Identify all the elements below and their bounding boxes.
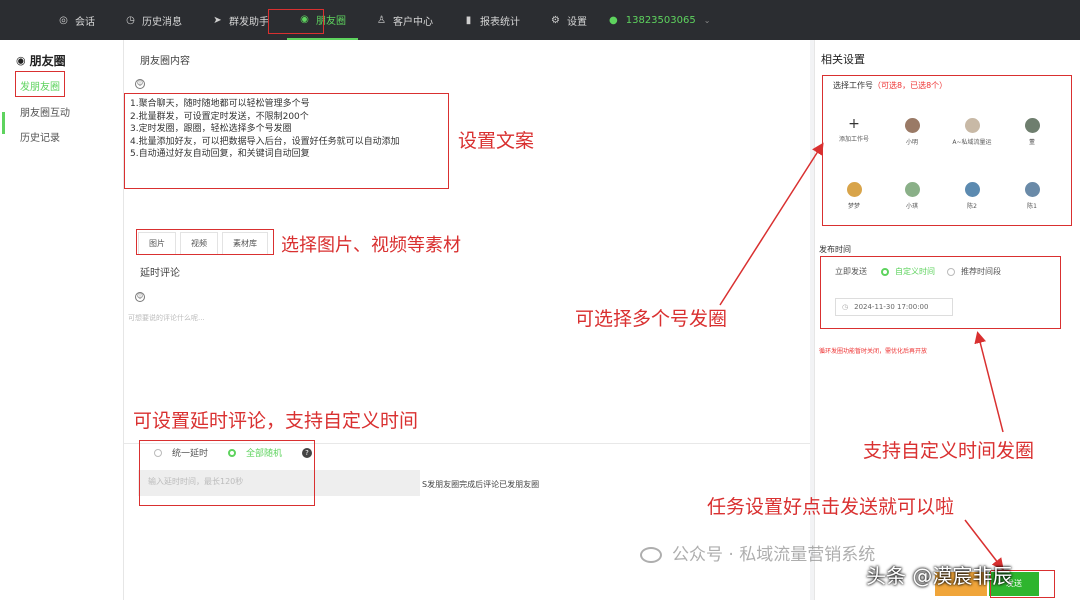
nav-history[interactable]: ◷ 历史消息 [113, 0, 194, 40]
sidebar-item-history[interactable]: 历史记录 [20, 129, 60, 144]
highlight-nav-moments [268, 9, 324, 34]
sidebar: ◉ 朋友圈 发朋友圈 朋友圈互动 历史记录 [0, 40, 124, 600]
nav-customers[interactable]: ♙ 客户中心 [364, 0, 445, 40]
clock-icon: ◷ [126, 14, 135, 26]
account-menu[interactable]: ● 13823503065 ⌄ [609, 15, 710, 26]
annotation-media: 选择图片、视频等素材 [281, 235, 461, 256]
wechat-icon [640, 547, 662, 563]
highlight-delay [139, 440, 315, 506]
annotation-copy: 设置文案 [458, 130, 535, 152]
loop-warning: 循环发圈功能暂时关闭，需优化后再开放 [819, 348, 928, 355]
content-label: 朋友圈内容 [140, 56, 190, 67]
highlight-sidebar-post [15, 71, 65, 97]
annotation-delay: 可设置延时评论，支持自定义时间 [133, 410, 419, 432]
highlight-content [124, 93, 449, 189]
gear-icon: ⚙ [551, 14, 560, 26]
nav-reports[interactable]: ▮ 报表统计 [451, 0, 532, 40]
annotation-custom-time: 支持自定义时间发圈 [863, 440, 1035, 462]
comment-input[interactable]: 可想要说的评论什么呢... [128, 313, 205, 323]
annotation-multi: 可选择多个号发圈 [575, 308, 728, 330]
delay-note: S发朋友圈完成后评论已发朋友圈 [422, 480, 540, 489]
moments-icon: ◉ [16, 54, 26, 67]
chevron-down-icon: ⌄ [703, 15, 711, 25]
sidebar-title: ◉ 朋友圈 [16, 54, 66, 68]
settings-title: 相关设置 [821, 53, 865, 66]
top-nav: ◎ 会话 ◷ 历史消息 ➤ 群发助手 ◉ 朋友圈 ♙ 客户中心 ▮ 报表统计 ⚙ 设置 ● 13… [0, 0, 1080, 40]
nav-settings[interactable]: ⚙ 设置 [538, 0, 599, 40]
chat-icon: ◎ [59, 14, 68, 26]
highlight-publish-time [820, 256, 1061, 329]
annotation-send-tip: 任务设置好点击发送就可以啦 [707, 496, 955, 518]
person-icon: ● [609, 14, 618, 26]
send-icon: ➤ [213, 14, 222, 26]
nav-chat[interactable]: ◎ 会话 [46, 0, 107, 40]
wechat-watermark: 公众号 · 私域流量营销系统 [640, 540, 875, 565]
active-indicator [2, 112, 5, 134]
publish-time-label: 发布时间 [819, 245, 851, 254]
highlight-accounts [822, 75, 1072, 226]
delay-comment-label: 延时评论 [140, 268, 180, 279]
sidebar-item-interaction[interactable]: 朋友圈互动 [20, 104, 70, 119]
chart-icon: ▮ [465, 14, 472, 26]
user-icon: ♙ [377, 14, 386, 26]
highlight-media [136, 229, 274, 255]
toutiao-watermark: 头条 @漠宸非辰 [866, 564, 1013, 588]
emoji-icon[interactable]: ☺ [135, 292, 145, 302]
emoji-icon[interactable]: ☺ [135, 79, 145, 89]
